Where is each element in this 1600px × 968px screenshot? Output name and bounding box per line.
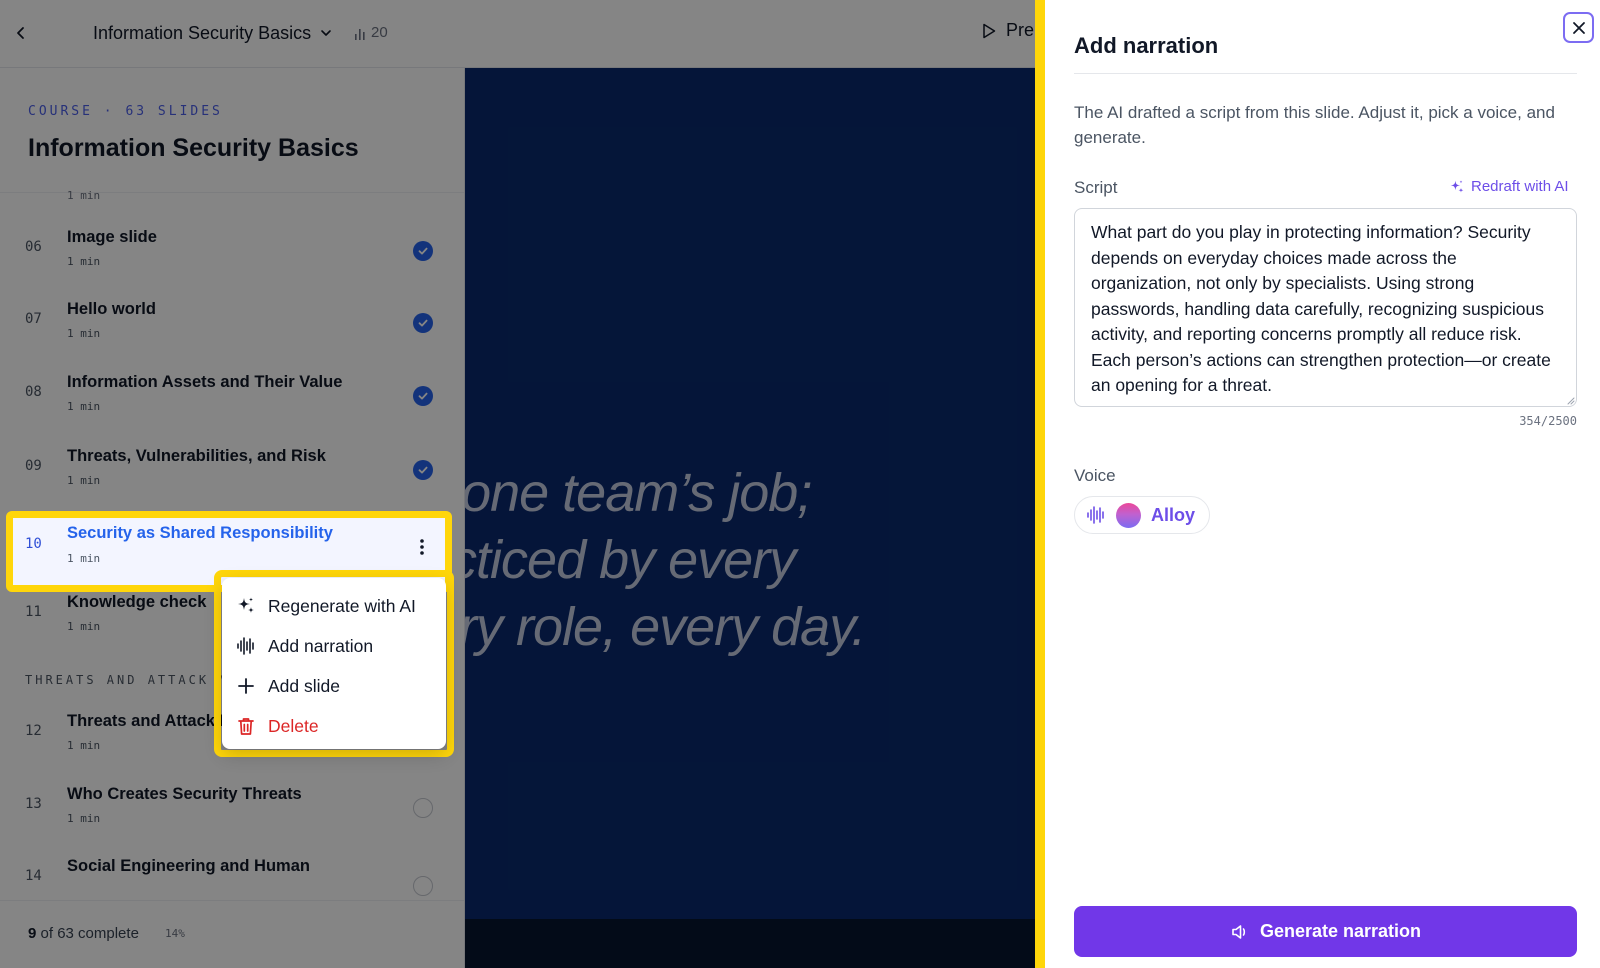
plus-icon xyxy=(236,676,256,696)
close-button[interactable] xyxy=(1563,12,1594,43)
redraft-button[interactable]: Redraft with AI xyxy=(1449,178,1569,195)
script-label: Script xyxy=(1074,178,1118,197)
drawer-highlight-edge xyxy=(1035,0,1045,968)
character-count: 354/2500 xyxy=(1519,414,1577,428)
waveform-icon xyxy=(1087,506,1104,524)
modal-overlay[interactable] xyxy=(0,0,1035,968)
narration-drawer: Add narration The AI drafted a script fr… xyxy=(1045,0,1600,968)
menu-item-add-slide[interactable]: Add slide xyxy=(222,666,446,706)
generate-narration-button[interactable]: Generate narration xyxy=(1074,906,1577,957)
voice-label: Voice xyxy=(1074,466,1116,485)
menu-item-add-narration[interactable]: Add narration xyxy=(222,626,446,666)
course-editor: Information Security Basics 20 Pre COURS… xyxy=(0,0,1035,968)
speaker-icon xyxy=(1232,924,1246,939)
slide-context-menu: Regenerate with AI Add narration Add sli… xyxy=(222,578,446,749)
sparkle-icon xyxy=(1450,179,1464,193)
voice-avatar xyxy=(1116,502,1141,528)
menu-item-delete[interactable]: Delete xyxy=(222,706,446,746)
more-options-button[interactable] xyxy=(409,534,435,560)
menu-item-regenerate[interactable]: Regenerate with AI xyxy=(222,586,446,626)
voice-name: Alloy xyxy=(1151,504,1196,525)
drawer-description: The AI drafted a script from this slide.… xyxy=(1074,103,1555,147)
vertical-dots-icon xyxy=(420,539,424,555)
trash-icon xyxy=(236,716,256,736)
divider xyxy=(1074,73,1577,74)
close-icon xyxy=(1572,21,1585,34)
drawer-title: Add narration xyxy=(1074,33,1219,58)
voice-selector[interactable]: Alloy xyxy=(1074,496,1211,534)
context-menu-highlight: Regenerate with AI Add narration Add sli… xyxy=(214,570,454,757)
resize-handle-icon[interactable] xyxy=(1565,395,1575,405)
sparkle-icon xyxy=(236,596,256,616)
script-textarea[interactable]: What part do you play in protecting info… xyxy=(1074,208,1577,407)
waveform-icon xyxy=(236,636,256,656)
